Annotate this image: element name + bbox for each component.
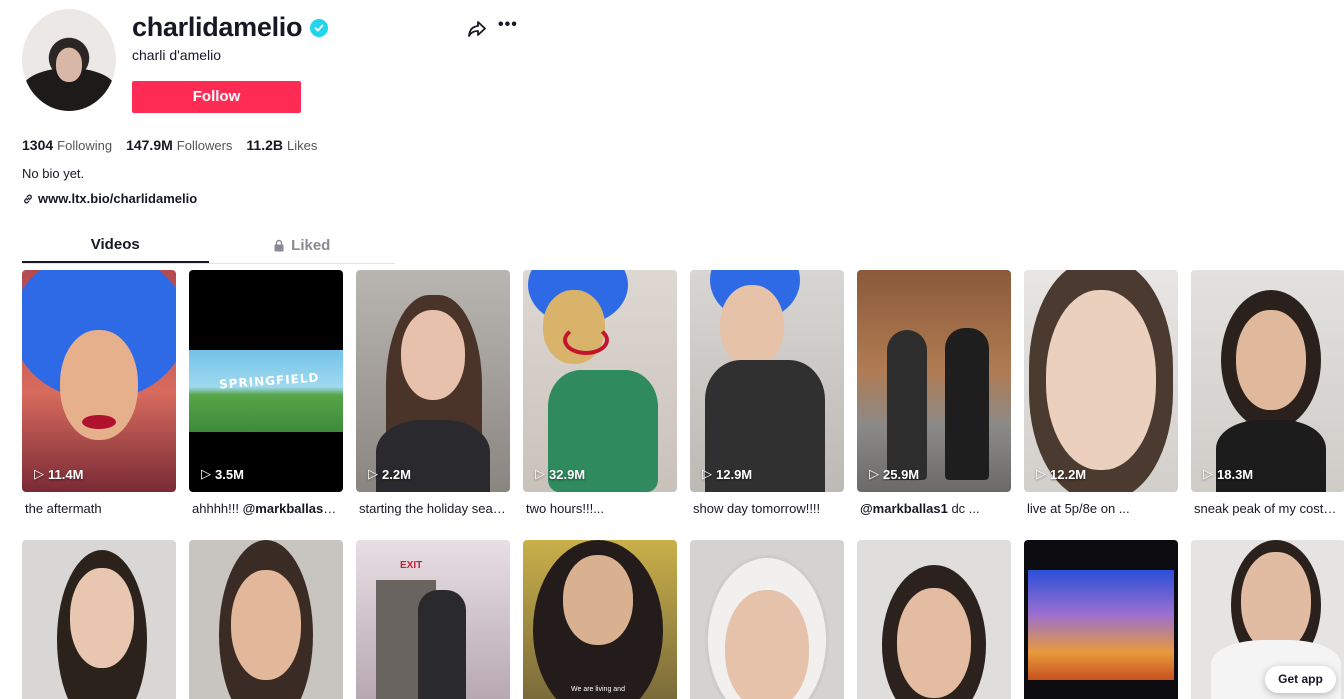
view-count: ▷ 2.2M bbox=[368, 466, 411, 482]
play-icon: ▷ bbox=[1036, 466, 1046, 481]
profile-username: charlidamelio bbox=[132, 12, 329, 43]
video-card[interactable]: We are living and bbox=[523, 540, 677, 699]
view-count: ▷ 3.5M bbox=[201, 466, 244, 482]
video-card[interactable] bbox=[1024, 540, 1178, 699]
play-icon: ▷ bbox=[201, 466, 211, 481]
view-count: ▷ 12.9M bbox=[702, 466, 753, 482]
video-card[interactable]: ▷ 12.2M live at 5p/8e on ... bbox=[1024, 270, 1178, 516]
link-icon bbox=[24, 194, 32, 203]
video-card[interactable]: SPRINGFIELD ▷ 3.5M ahhhh!!! @markballas1 … bbox=[189, 270, 343, 516]
view-count: ▷ 18.3M bbox=[1203, 466, 1254, 482]
play-icon: ▷ bbox=[1203, 466, 1213, 481]
stat-followers[interactable]: 147.9M Followers bbox=[126, 137, 232, 153]
video-caption: two hours!!!... bbox=[526, 501, 605, 516]
exit-sign: EXIT bbox=[400, 560, 423, 571]
video-thumbnail[interactable]: ▷ 11.4M bbox=[22, 270, 176, 492]
video-card[interactable]: ▷ 25.9M @markballas1 dc ... bbox=[857, 270, 1011, 516]
video-caption: the aftermath bbox=[25, 501, 102, 516]
video-caption: starting the holiday seas... bbox=[359, 501, 506, 516]
stat-following[interactable]: 1304 Following bbox=[22, 137, 112, 153]
play-icon: ▷ bbox=[535, 466, 545, 481]
video-card[interactable] bbox=[189, 540, 343, 699]
video-card[interactable]: ▷ 11.4M the aftermath bbox=[22, 270, 176, 516]
video-caption: show day tomorrow!!!! bbox=[693, 501, 821, 516]
video-card[interactable]: ▷ 2.2M starting the holiday seas... bbox=[356, 270, 510, 516]
video-thumbnail[interactable]: ▷ 18.3M bbox=[1191, 270, 1344, 492]
view-count: ▷ 12.2M bbox=[1036, 466, 1087, 482]
video-card[interactable]: ▷ 12.9M show day tomorrow!!!! bbox=[690, 270, 844, 516]
video-thumbnail[interactable]: ▷ 2.2M bbox=[356, 270, 510, 492]
view-count: ▷ 11.4M bbox=[34, 466, 84, 482]
tab-videos[interactable]: Videos bbox=[22, 228, 209, 263]
get-app-button[interactable]: Get app bbox=[1265, 666, 1336, 693]
video-thumbnail[interactable] bbox=[1024, 540, 1178, 699]
profile-avatar bbox=[22, 9, 116, 111]
video-card[interactable]: ▷ 18.3M sneak peak of my costu... bbox=[1191, 270, 1344, 516]
profile-tabs: Videos Liked bbox=[22, 228, 395, 264]
more-options-icon[interactable]: ••• bbox=[498, 16, 518, 34]
video-thumbnail[interactable]: EXIT bbox=[356, 540, 510, 699]
profile-link[interactable]: www.ltx.bio/charlidamelio bbox=[22, 191, 197, 206]
video-card[interactable] bbox=[857, 540, 1011, 699]
play-icon: ▷ bbox=[869, 466, 879, 481]
view-count: ▷ 32.9M bbox=[535, 466, 586, 482]
verified-badge-icon bbox=[310, 18, 329, 37]
video-card[interactable]: EXIT bbox=[356, 540, 510, 699]
video-card[interactable] bbox=[22, 540, 176, 699]
video-caption: sneak peak of my costu... bbox=[1194, 501, 1341, 516]
profile-stats: 1304 Following 147.9M Followers 11.2B Likes bbox=[22, 137, 317, 153]
stat-likes: 11.2B Likes bbox=[246, 137, 318, 153]
share-icon[interactable] bbox=[466, 18, 488, 40]
lock-icon bbox=[274, 239, 284, 252]
tab-liked[interactable]: Liked bbox=[209, 228, 396, 263]
video-thumbnail[interactable]: ▷ 12.9M bbox=[690, 270, 844, 492]
video-thumbnail[interactable]: SPRINGFIELD ▷ 3.5M bbox=[189, 270, 343, 492]
video-thumbnail[interactable] bbox=[857, 540, 1011, 699]
play-icon: ▷ bbox=[702, 466, 712, 481]
video-thumbnail[interactable] bbox=[22, 540, 176, 699]
video-card[interactable]: ▷ 32.9M two hours!!!... bbox=[523, 270, 677, 516]
video-caption: @markballas1 dc ... bbox=[860, 501, 980, 516]
play-icon: ▷ bbox=[34, 466, 44, 481]
follow-button[interactable]: Follow bbox=[132, 81, 301, 113]
video-thumbnail[interactable]: ▷ 12.2M bbox=[1024, 270, 1178, 492]
profile-bio: No bio yet. bbox=[22, 166, 85, 181]
video-thumbnail[interactable]: ▷ 25.9M bbox=[857, 270, 1011, 492]
video-thumbnail[interactable] bbox=[189, 540, 343, 699]
video-thumbnail[interactable] bbox=[690, 540, 844, 699]
profile-nickname: charli d'amelio bbox=[132, 47, 222, 63]
video-caption: live at 5p/8e on ... bbox=[1027, 501, 1130, 516]
username-text: charlidamelio bbox=[132, 12, 303, 42]
video-caption: ahhhh!!! @markballas1 ... bbox=[192, 501, 339, 516]
view-count: ▷ 25.9M bbox=[869, 466, 920, 482]
video-card[interactable] bbox=[690, 540, 844, 699]
video-overlay-text: We are living and bbox=[571, 686, 625, 693]
video-thumbnail[interactable]: We are living and bbox=[523, 540, 677, 699]
video-thumbnail[interactable]: ▷ 32.9M bbox=[523, 270, 677, 492]
play-icon: ▷ bbox=[368, 466, 378, 481]
